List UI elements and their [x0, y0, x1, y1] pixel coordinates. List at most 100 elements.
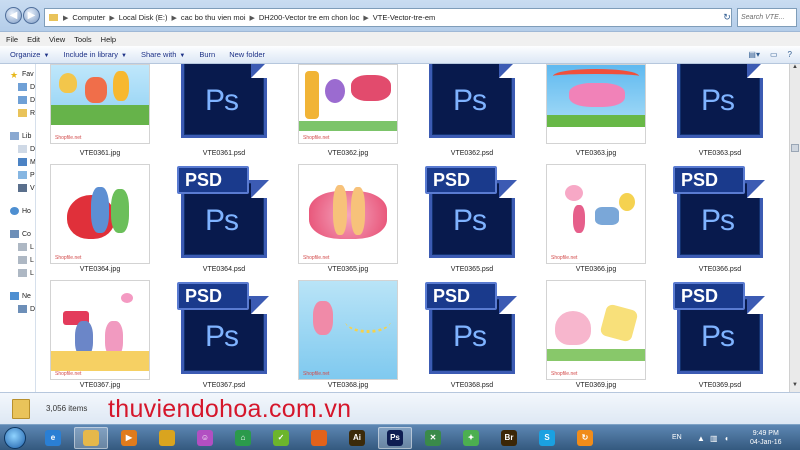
nav-sub-item-selected[interactable]: L	[18, 269, 34, 277]
include-in-library-button[interactable]: Include in library ▼	[63, 50, 127, 59]
language-indicator[interactable]: EN	[672, 434, 682, 441]
help-icon[interactable]: ?	[788, 50, 792, 59]
taskbar-app-button[interactable]: ⌂	[226, 427, 260, 449]
pictures-icon	[18, 171, 27, 179]
file-item[interactable]: Shopfile.net VTE0364.jpg	[50, 164, 150, 280]
taskbar-app-button[interactable]: S	[530, 427, 564, 449]
nav-sub-item[interactable]: L	[18, 243, 34, 251]
network-icon[interactable]: ▥	[710, 434, 718, 443]
firefox-icon	[311, 430, 327, 446]
clock[interactable]: 9:49 PM 04-Jan-16	[750, 429, 782, 447]
nav-favorites[interactable]: ★ Fav	[10, 70, 34, 80]
file-item[interactable]: PSD Ps VTE0366.psd	[670, 164, 770, 280]
file-item[interactable]: Ps VTE0361.psd	[174, 64, 274, 164]
file-item[interactable]: Shopfile.net VTE0368.jpg	[298, 280, 398, 392]
breadcrumb-local-disk[interactable]: Local Disk (E:)	[117, 13, 170, 22]
back-button[interactable]: ◀	[5, 7, 22, 24]
nav-sub-item[interactable]: D	[18, 83, 35, 91]
address-bar[interactable]: ▶ Computer ▶ Local Disk (E:) ▶ cac bo th…	[44, 8, 732, 27]
taskbar-app-button[interactable]	[302, 427, 336, 449]
menu-tools[interactable]: Tools	[74, 35, 92, 44]
menu-file[interactable]: File	[6, 35, 18, 44]
file-item[interactable]: PSD Ps VTE0364.psd	[174, 164, 274, 280]
new-folder-button[interactable]: New folder	[229, 50, 265, 59]
nav-sub-item[interactable]: D	[18, 145, 35, 153]
breadcrumb-current[interactable]: VTE-Vector-tre-em	[371, 13, 438, 22]
volume-icon[interactable]: ◖	[724, 434, 729, 443]
image-thumbnail: Shopfile.net	[546, 280, 646, 380]
nav-homegroup[interactable]: Ho	[10, 207, 31, 215]
chat-icon: ☺	[197, 430, 213, 446]
menu-help[interactable]: Help	[101, 35, 116, 44]
file-item[interactable]: Ps VTE0362.psd	[422, 64, 522, 164]
illustration-heart	[565, 185, 583, 201]
taskbar-app-button[interactable]: ✦	[454, 427, 488, 449]
file-name: VTE0366.jpg	[575, 266, 617, 273]
burn-button[interactable]: Burn	[199, 50, 215, 59]
taskbar-app-button[interactable]: Ai	[340, 427, 374, 449]
share-with-button[interactable]: Share with ▼	[141, 50, 185, 59]
file-item[interactable]: Shopfile.net VTE0366.jpg	[546, 164, 646, 280]
taskbar-app-button[interactable]: ▶	[112, 427, 146, 449]
nav-computer[interactable]: Co	[10, 230, 31, 238]
chevron-right-icon: ▶	[249, 14, 255, 22]
menu-edit[interactable]: Edit	[27, 35, 40, 44]
search-input[interactable]: Search VTE...	[737, 8, 797, 27]
file-item[interactable]: PSD Ps VTE0367.psd	[174, 280, 274, 392]
scroll-down-icon[interactable]: ▼	[790, 382, 800, 392]
file-item[interactable]: PSD Ps VTE0368.psd	[422, 280, 522, 392]
lime-app-icon: ✓	[273, 430, 289, 446]
refresh-icon[interactable]: ↻	[720, 8, 734, 27]
breadcrumb-computer[interactable]: Computer	[70, 13, 107, 22]
show-hidden-icons-icon[interactable]: ▲	[697, 434, 705, 443]
file-item[interactable]: Shopfile.net VTE0365.jpg	[298, 164, 398, 280]
forward-button[interactable]: ▶	[23, 7, 40, 24]
taskbar-app-button[interactable]	[74, 427, 108, 449]
organize-button[interactable]: Organize ▼	[10, 50, 49, 59]
preview-pane-icon[interactable]: ▭	[770, 50, 778, 59]
file-item[interactable]: Shopfile.net VTE0362.jpg	[298, 64, 398, 164]
breadcrumb-folder-2[interactable]: DH200-Vector tre em chon loc	[257, 13, 361, 22]
nav-sub-item[interactable]: R	[18, 109, 35, 117]
illustration-figure	[59, 73, 77, 93]
taskbar-app-button[interactable]: ✓	[264, 427, 298, 449]
nav-sub-item[interactable]: P	[18, 171, 35, 179]
nav-libraries[interactable]: Lib	[10, 132, 31, 140]
file-item[interactable]: Shopfile.net VTE0367.jpg	[50, 280, 150, 392]
taskbar-app-button[interactable]: Ps	[378, 427, 412, 449]
scroll-up-icon[interactable]: ▲	[790, 64, 800, 74]
file-item[interactable]: PSD Ps VTE0365.psd	[422, 164, 522, 280]
psd-label: PSD	[425, 166, 497, 194]
file-item[interactable]: Ps VTE0363.psd	[670, 64, 770, 164]
psd-page-fold	[251, 296, 269, 314]
taskbar-app-button[interactable]	[150, 427, 184, 449]
nav-network[interactable]: Ne	[10, 292, 31, 300]
nav-sub-item[interactable]: D	[18, 305, 35, 313]
nav-sub-item[interactable]: L	[18, 256, 34, 264]
taskbar-app-button[interactable]: ✕	[416, 427, 450, 449]
nav-sub-item[interactable]: V	[18, 184, 35, 192]
taskbar-app-button[interactable]: ↻	[568, 427, 602, 449]
nav-sub-item[interactable]: D	[18, 96, 35, 104]
file-name: VTE0363.psd	[698, 150, 742, 157]
illustration-figure	[573, 205, 585, 233]
taskbar: e ▶ ☺ ⌂ ✓ Ai Ps ✕ ✦ Br S ↻ EN ▲ ▥ ◖ 9:49 PM 04-Jan-…	[0, 424, 800, 450]
nav-sub-item[interactable]: M	[18, 158, 35, 166]
taskbar-app-button[interactable]: Br	[492, 427, 526, 449]
psd-file-icon: Ps	[673, 64, 766, 146]
file-item[interactable]: Shopfile.net VTE0369.jpg	[546, 280, 646, 392]
menu-view[interactable]: View	[49, 35, 65, 44]
taskbar-app-button[interactable]: ☺	[188, 427, 222, 449]
change-view-icon[interactable]: ▤▾	[748, 50, 760, 59]
file-item[interactable]: VTE0363.jpg	[546, 64, 646, 164]
start-button[interactable]	[4, 427, 26, 449]
vertical-scrollbar[interactable]: ▲ ▼	[789, 64, 800, 392]
scrollbar-thumb[interactable]	[791, 144, 799, 152]
file-item[interactable]: Shopfile.net VTE0361.jpg	[50, 64, 150, 164]
breadcrumb-folder-1[interactable]: cac bo thu vien moi	[179, 13, 248, 22]
taskbar-app-button[interactable]: e	[36, 427, 70, 449]
ps-logo: Ps	[205, 320, 239, 353]
file-name: VTE0361.psd	[202, 150, 246, 157]
nav-sub-label: D	[30, 83, 36, 91]
file-item[interactable]: PSD Ps VTE0369.psd	[670, 280, 770, 392]
